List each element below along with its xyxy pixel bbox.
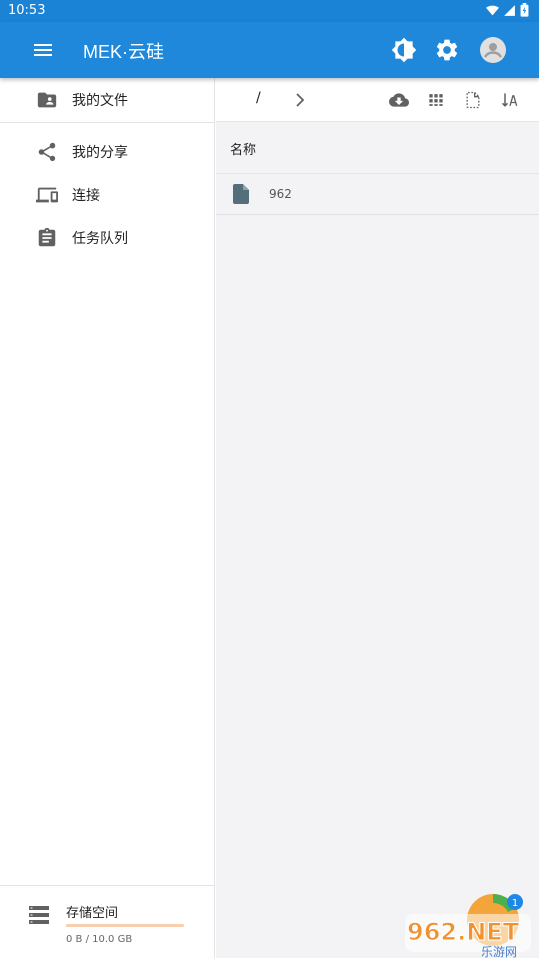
sort-icon[interactable] — [500, 90, 520, 110]
file-row[interactable]: 962 — [216, 173, 539, 215]
column-name-header[interactable]: 名称 — [230, 139, 256, 158]
watermark-badge: 1 — [512, 898, 518, 909]
app-title: MEK·云硅 — [83, 42, 164, 62]
sidebar-item-task-queue[interactable]: 任务队列 — [0, 216, 215, 260]
chevron-right-icon[interactable] — [292, 91, 308, 109]
system-icons — [486, 3, 529, 17]
sidebar-item-connections[interactable]: 连接 — [0, 173, 215, 217]
grid-view-icon[interactable] — [426, 90, 446, 110]
sidebar-item-label: 我的分享 — [72, 145, 128, 161]
file-browser: / 名称 962 1 962.NET 乐游网 — [216, 78, 539, 958]
devices-icon — [36, 187, 58, 203]
watermark-logo: 1 962.NET 乐游网 — [405, 894, 531, 958]
storage-panel[interactable]: 存储空间 0 B / 10.0 GB — [0, 885, 215, 958]
share-icon — [38, 142, 56, 162]
file-toolbar: / — [216, 78, 539, 122]
sidebar-item-my-shares[interactable]: 我的分享 — [0, 130, 215, 174]
app-bar: MEK·云硅 — [0, 22, 539, 78]
clipboard-icon — [38, 227, 56, 247]
sidebar-item-label: 我的文件 — [72, 93, 128, 109]
settings-icon[interactable] — [434, 37, 460, 63]
avatar-icon[interactable] — [480, 37, 506, 63]
file-name: 962 — [269, 187, 292, 201]
status-time: 10:53 — [8, 3, 46, 18]
signal-icon — [504, 4, 515, 16]
divider — [0, 122, 215, 123]
sidebar-item-my-files[interactable]: 我的文件 — [0, 78, 215, 122]
battery-icon — [520, 3, 529, 17]
menu-icon[interactable] — [34, 40, 52, 60]
wifi-icon — [486, 5, 499, 15]
watermark-subtext: 乐游网 — [481, 945, 517, 958]
sidebar-item-label: 连接 — [72, 188, 100, 204]
watermark-text: 962.NET — [407, 918, 520, 946]
cloud-download-icon[interactable] — [389, 90, 409, 110]
storage-icon — [29, 906, 49, 924]
column-header: 名称 — [216, 123, 539, 173]
storage-label: 存储空间 — [66, 906, 119, 921]
select-file-icon[interactable] — [463, 90, 483, 110]
breadcrumb-root[interactable]: / — [256, 90, 261, 106]
theme-toggle-icon[interactable] — [391, 37, 417, 63]
sidebar: 我的文件 我的分享 连接 任务队列 存储空间 0 B / 10.0 GB — [0, 78, 215, 958]
sidebar-item-label: 任务队列 — [72, 231, 128, 247]
file-icon — [233, 184, 249, 204]
folder-account-icon — [37, 92, 57, 108]
storage-progress — [66, 924, 184, 927]
storage-usage: 0 B / 10.0 GB — [66, 934, 133, 945]
status-bar: 10:53 — [0, 0, 539, 22]
